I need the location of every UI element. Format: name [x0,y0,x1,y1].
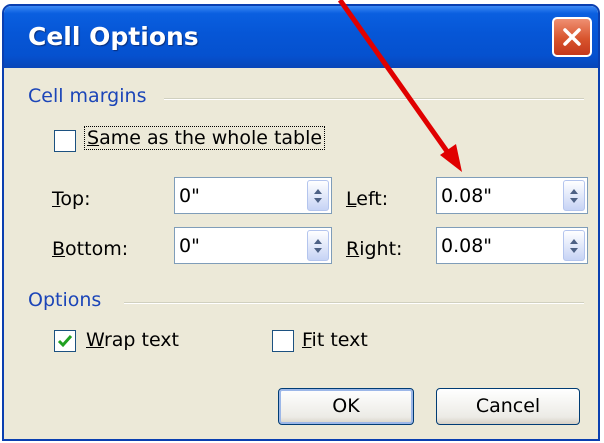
spin-arrows-icon [570,189,578,203]
right-label: Right: [346,238,403,260]
top-label: Top: [52,188,91,210]
fit-text-checkbox[interactable] [272,330,294,352]
left-spin-button[interactable] [563,180,585,211]
spin-arrows-icon [314,189,322,203]
bottom-margin-spinner[interactable]: 0" [174,227,332,264]
left-label: Left: [346,188,389,210]
same-as-table-checkbox[interactable] [54,130,76,152]
right-margin-spinner[interactable]: 0.08" [436,227,588,264]
top-margin-value[interactable]: 0" [179,185,200,207]
spin-arrows-icon [314,239,322,253]
close-button[interactable] [552,17,592,57]
close-icon [563,28,581,46]
same-as-table-label[interactable]: Same as the whole table [84,126,326,150]
left-margin-value[interactable]: 0.08" [441,185,492,207]
top-spin-button[interactable] [307,180,329,211]
cancel-button[interactable]: Cancel [436,388,580,425]
left-margin-spinner[interactable]: 0.08" [436,177,588,214]
bottom-spin-button[interactable] [307,230,329,261]
checkmark-icon [57,335,73,348]
fit-text-label[interactable]: Fit text [302,329,368,351]
options-divider [124,302,584,304]
right-margin-value[interactable]: 0.08" [441,235,492,257]
cell-margins-label: Cell margins [28,85,147,107]
wrap-text-checkbox[interactable] [54,330,76,352]
dialog-title: Cell Options [28,22,199,51]
ok-button[interactable]: OK [278,388,414,425]
bottom-margin-value[interactable]: 0" [179,235,200,257]
cell-options-dialog: Cell Options Cell margins Same as the wh… [2,4,600,441]
title-bar[interactable]: Cell Options [4,6,598,68]
cell-margins-divider [164,98,584,100]
bottom-label: Bottom: [52,238,129,260]
top-margin-spinner[interactable]: 0" [174,177,332,214]
right-spin-button[interactable] [563,230,585,261]
spin-arrows-icon [570,239,578,253]
wrap-text-label[interactable]: Wrap text [86,329,179,351]
options-label: Options [28,289,102,311]
